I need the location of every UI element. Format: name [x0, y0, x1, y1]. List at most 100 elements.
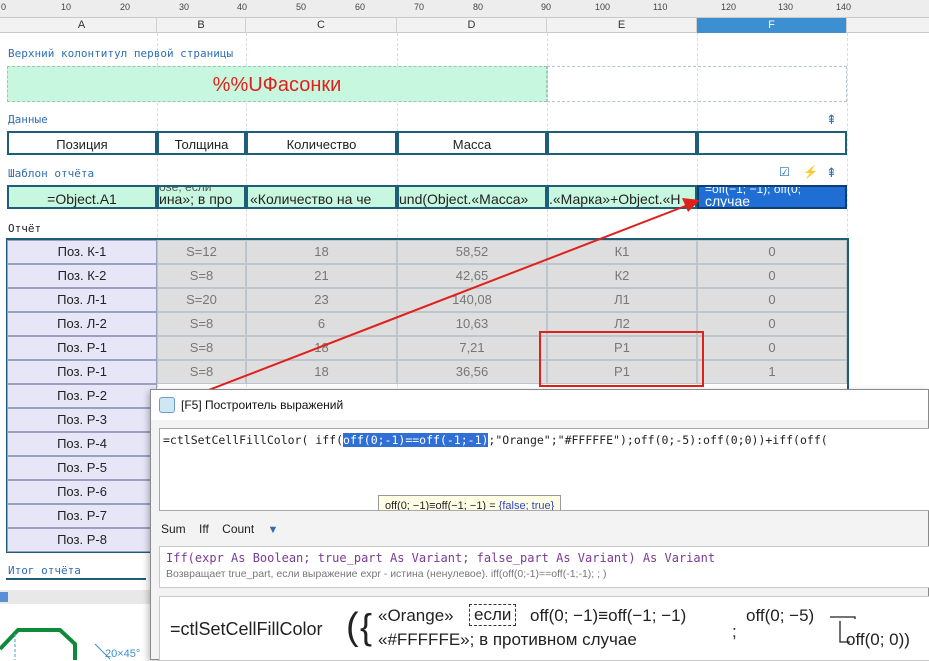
ruler-tick: 120	[721, 2, 737, 12]
function-toolbar: Sum Iff Count ▼	[161, 522, 288, 536]
filter-icon[interactable]: ⚡	[803, 165, 818, 179]
pretty-off-start: off(0; −5)	[746, 606, 815, 625]
report-title-cell[interactable]: %%UФасонки	[7, 66, 547, 102]
collapse-icon[interactable]: ⇞	[826, 165, 837, 181]
report-cell-thickness[interactable]: S=12	[157, 240, 246, 264]
ruler: 0 10 20 30 40 50 60 70 80 90 100 110 120…	[0, 0, 929, 18]
column-header-c[interactable]: C	[246, 18, 397, 33]
pretty-separator: ;	[732, 622, 737, 641]
header-cell-e[interactable]	[547, 131, 697, 155]
report-cell-position[interactable]: Поз. Р-7	[7, 504, 157, 528]
report-cell-quantity[interactable]: 18	[246, 240, 397, 264]
ruler-tick: 90	[541, 2, 552, 12]
template-cell-d[interactable]: und(Object.«Масса»	[397, 185, 547, 209]
template-cell-f-selected[interactable]: =off(−1; −1); off(0; случае	[697, 185, 847, 209]
report-cell-mark[interactable]: Л1	[547, 288, 697, 312]
sum-button[interactable]: Sum	[161, 522, 186, 536]
ruler-tick: 50	[296, 2, 307, 12]
tooltip-expression: off(0; −1)≡off(−1; −1)	[385, 500, 487, 511]
count-button[interactable]: Count	[222, 522, 254, 536]
empty-header-cell[interactable]	[547, 66, 847, 102]
checkbox-icon[interactable]: ☑	[779, 165, 790, 179]
scrollbar-thumb[interactable]	[0, 592, 8, 602]
report-cell-quantity[interactable]: 6	[246, 312, 397, 336]
report-cell-mass[interactable]: 36,56	[397, 360, 547, 384]
report-cell-quantity[interactable]: 23	[246, 288, 397, 312]
dimension-label: 20×45°	[105, 648, 141, 660]
collapse-icon[interactable]: ⇞	[826, 112, 837, 128]
template-cell-b-text: ина»; в про	[159, 191, 233, 207]
report-cell-mark[interactable]: К2	[547, 264, 697, 288]
report-cell-position[interactable]: Поз. Р-1	[7, 336, 157, 360]
report-cell-mass[interactable]: 140,08	[397, 288, 547, 312]
section-label-template: Шаблон отчёта	[8, 167, 95, 180]
header-cell-quantity[interactable]: Количество	[246, 131, 397, 155]
expression-builder-icon	[159, 397, 175, 413]
expression-text-post: ;"Orange";"#FFFFFE");off(0;-5):off(0;0))…	[488, 433, 828, 447]
report-cell-position[interactable]: Поз. Р-8	[7, 528, 157, 552]
chevron-down-icon[interactable]: ▼	[268, 524, 279, 536]
header-cell-mass[interactable]: Масса	[397, 131, 547, 155]
column-header-b[interactable]: B	[157, 18, 246, 33]
header-cell-position[interactable]: Позиция	[7, 131, 157, 155]
dialog-titlebar[interactable]: [F5] Построитель выражений	[151, 390, 928, 420]
ruler-tick: 100	[595, 2, 611, 12]
report-cell-position[interactable]: Поз. К-1	[7, 240, 157, 264]
function-signature: Iff(expr As Boolean; true_part As Varian…	[166, 551, 716, 565]
report-cell-mass[interactable]: 7,21	[397, 336, 547, 360]
report-cell-thickness[interactable]: S=8	[157, 264, 246, 288]
report-cell-position[interactable]: Поз. Р-2	[7, 384, 157, 408]
report-cell-mark[interactable]: К1	[547, 240, 697, 264]
report-cell-position[interactable]: Поз. Р-5	[7, 456, 157, 480]
horizontal-scrollbar[interactable]	[0, 590, 150, 604]
template-cell-a[interactable]: =Object.A1	[7, 185, 157, 209]
report-cell-f[interactable]: 0	[697, 288, 847, 312]
expression-input[interactable]: =ctlSetCellFillColor( iff(off(0;-1)==off…	[159, 428, 929, 511]
report-cell-mass[interactable]: 42,65	[397, 264, 547, 288]
section-label-data: Данные	[8, 113, 48, 126]
report-cell-position[interactable]: Поз. Л-2	[7, 312, 157, 336]
report-cell-f[interactable]: 0	[697, 312, 847, 336]
ruler-tick: 30	[179, 2, 190, 12]
header-cell-f[interactable]	[697, 131, 847, 155]
report-cell-f[interactable]: 0	[697, 264, 847, 288]
ruler-tick: 70	[414, 2, 425, 12]
tooltip-result: {false; true}	[498, 500, 555, 511]
template-cell-c[interactable]: «Количество на че	[246, 185, 397, 209]
pretty-function-name: =ctlSetCellFillColor	[170, 619, 323, 639]
report-cell-position[interactable]: Поз. К-2	[7, 264, 157, 288]
report-cell-f[interactable]: 0	[697, 240, 847, 264]
report-cell-quantity[interactable]: 18	[246, 360, 397, 384]
section-label-footer: Итог отчёта	[8, 564, 81, 577]
annotation-rectangle	[539, 331, 704, 387]
report-cell-position[interactable]: Поз. Р-3	[7, 408, 157, 432]
report-cell-thickness[interactable]: S=8	[157, 360, 246, 384]
template-cell-b[interactable]: ose, если ина»; в про	[157, 185, 246, 209]
report-cell-f[interactable]: 1	[697, 360, 847, 384]
header-cell-thickness[interactable]: Толщина	[157, 131, 246, 155]
report-cell-position[interactable]: Поз. Р-6	[7, 480, 157, 504]
report-cell-quantity[interactable]: 21	[246, 264, 397, 288]
report-cell-mass[interactable]: 58,52	[397, 240, 547, 264]
column-header-d[interactable]: D	[397, 18, 547, 33]
report-cell-thickness[interactable]: S=20	[157, 288, 246, 312]
report-cell-thickness[interactable]: S=8	[157, 312, 246, 336]
report-cell-position[interactable]: Поз. Р-4	[7, 432, 157, 456]
column-header-e[interactable]: E	[547, 18, 697, 33]
footer-line	[6, 578, 146, 580]
range-connector	[830, 616, 856, 643]
report-cell-position[interactable]: Поз. Р-1	[7, 360, 157, 384]
column-header-a[interactable]: A	[7, 18, 157, 33]
expression-text-pre: =ctlSetCellFillColor( iff(	[163, 433, 344, 447]
report-cell-f[interactable]: 0	[697, 336, 847, 360]
column-header-f[interactable]: F	[697, 18, 847, 33]
pretty-condition: off(0; −1)≡off(−1; −1)	[530, 606, 687, 625]
report-cell-thickness[interactable]: S=8	[157, 336, 246, 360]
pretty-orange: «Orange»	[378, 606, 454, 625]
iff-button[interactable]: Iff	[199, 522, 209, 536]
ruler-tick: 20	[120, 2, 131, 12]
report-cell-mass[interactable]: 10,63	[397, 312, 547, 336]
report-cell-position[interactable]: Поз. Л-1	[7, 288, 157, 312]
report-cell-quantity[interactable]: 18	[246, 336, 397, 360]
template-cell-e[interactable]: .«Марка»+Object.«Н	[547, 185, 697, 209]
